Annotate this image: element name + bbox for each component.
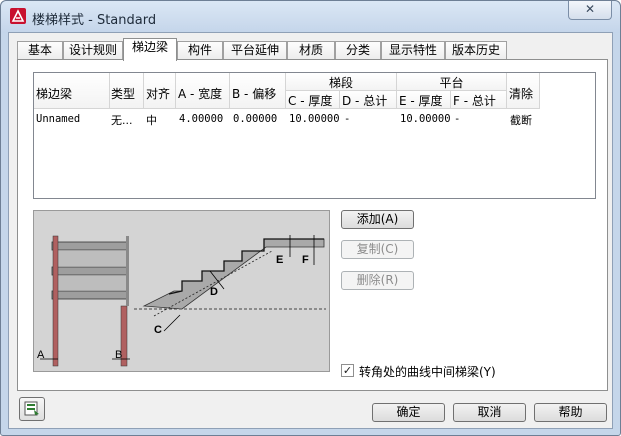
stringer-table[interactable]: 梯边梁 类型 对齐 A - 宽度 B - 偏移 梯段 C - 厚度 D - 总计… [33,72,596,199]
ok-button[interactable]: 确定 [372,403,445,422]
style-browser-icon [24,401,39,416]
col-stringer[interactable]: 梯边梁 [34,73,110,109]
autocad-app-icon [10,8,26,24]
dialog-client: 基本 设计规则 梯边梁 构件 平台延伸 材质 分类 显示特性 版本历史 梯边梁 … [8,32,613,429]
label-b: B [115,349,122,361]
help-button[interactable]: 帮助 [534,403,607,422]
cell-d-total[interactable]: - [344,113,350,125]
table-row[interactable]: Unnamed 无... 中 4.00000 0.00000 10.00000 … [34,111,595,129]
table-header: 梯边梁 类型 对齐 A - 宽度 B - 偏移 梯段 C - 厚度 D - 总计… [34,73,554,109]
stringer-preview-image: A B D E F C [33,210,330,372]
cell-clean[interactable]: 截断 [510,112,532,128]
cell-e-thickness[interactable]: 10.00000 [400,113,451,125]
tab-version-history[interactable]: 版本历史 [445,41,507,60]
tab-materials[interactable]: 材质 [287,41,335,60]
cell-type[interactable]: 无... [111,112,133,128]
cancel-button[interactable]: 取消 [453,403,526,422]
style-browser-button[interactable] [19,397,45,421]
cell-f-total[interactable]: - [454,113,460,125]
curved-corner-checkbox[interactable]: ✓ [341,364,354,377]
label-f: F [302,254,309,266]
col-type[interactable]: 类型 [110,73,144,109]
cell-c-thickness[interactable]: 10.00000 [289,113,340,125]
tab-basic[interactable]: 基本 [17,41,63,60]
label-c: C [154,324,162,336]
window-title: 楼梯样式 - Standard [32,13,157,28]
curved-corner-label[interactable]: 转角处的曲线中间梯梁(Y) [359,363,496,380]
tab-components[interactable]: 构件 [177,41,223,60]
dialog-window: 楼梯样式 - Standard ✕ 基本 设计规则 梯边梁 构件 平台延伸 材质… [0,0,621,436]
copy-button[interactable]: 复制(C) [341,240,414,259]
col-clean[interactable]: 清除 [507,73,540,109]
tab-classifications[interactable]: 分类 [335,41,381,60]
col-group-landing: 平台 [397,73,507,91]
title-bar[interactable]: 楼梯样式 - Standard ✕ [1,1,620,33]
tab-stringers[interactable]: 梯边梁 [123,38,177,61]
col-a-width[interactable]: A - 宽度 [176,73,230,109]
label-a: A [37,349,45,361]
col-f-total[interactable]: F - 总计 [451,91,507,109]
tab-panel-stringers: 梯边梁 类型 对齐 A - 宽度 B - 偏移 梯段 C - 厚度 D - 总计… [17,59,608,391]
col-align[interactable]: 对齐 [144,73,176,109]
tab-landing-extensions[interactable]: 平台延伸 [223,41,287,60]
add-button[interactable]: 添加(A) [341,210,414,229]
cell-a-width[interactable]: 4.00000 [179,113,223,125]
cell-align[interactable]: 中 [146,112,157,128]
close-button[interactable]: ✕ [568,1,612,20]
col-e-thickness[interactable]: E - 厚度 [397,91,451,109]
col-b-offset[interactable]: B - 偏移 [230,73,286,109]
col-group-stair: 梯段 [286,73,397,91]
label-e: E [276,254,283,266]
cell-stringer-name[interactable]: Unnamed [36,113,80,125]
tab-design-rules[interactable]: 设计规则 [63,41,123,60]
col-c-thickness[interactable]: C - 厚度 [286,91,340,109]
col-d-total[interactable]: D - 总计 [340,91,397,109]
label-d: D [210,286,218,298]
cell-b-offset[interactable]: 0.00000 [233,113,277,125]
delete-button[interactable]: 删除(R) [341,271,414,290]
stair-diagram: A B D E F C [34,211,329,371]
tab-display-properties[interactable]: 显示特性 [381,41,445,60]
